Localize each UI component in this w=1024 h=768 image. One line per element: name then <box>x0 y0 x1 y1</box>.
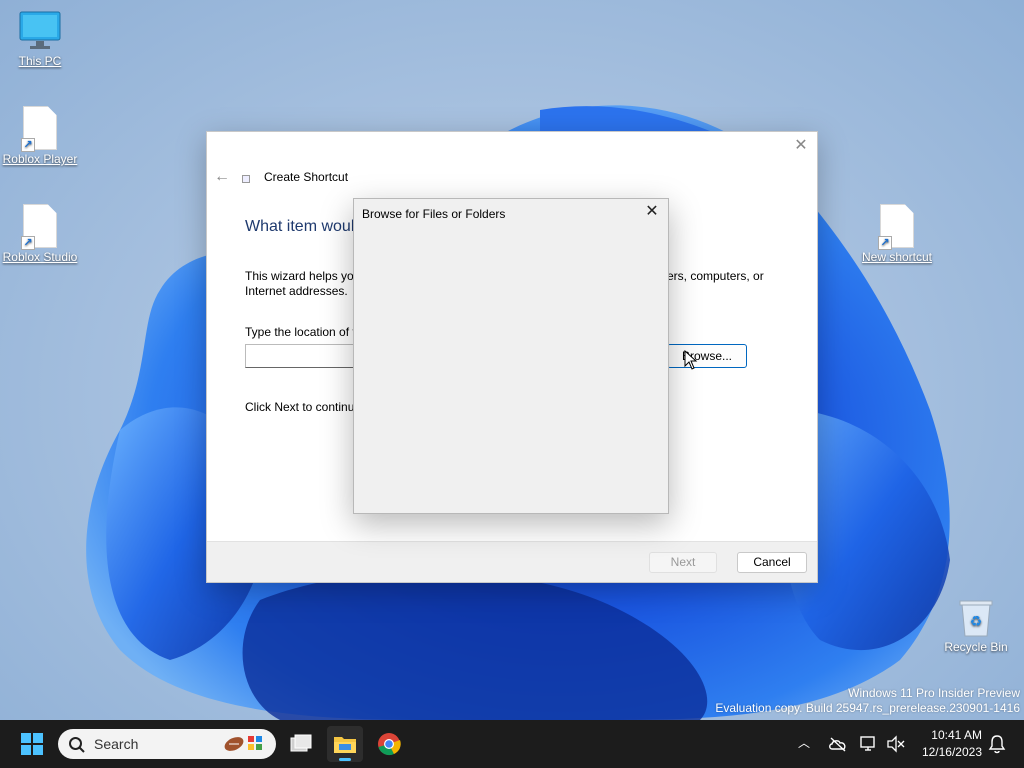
search-placeholder: Search <box>94 736 139 752</box>
clock-time: 10:41 AM <box>931 728 982 742</box>
volume-muted-icon[interactable] <box>886 735 906 753</box>
browse-dialog-title: Browse for Files or Folders <box>362 207 506 221</box>
svg-text:♻: ♻ <box>970 614 983 630</box>
description-left: This wizard helps you <box>245 269 361 283</box>
clock-date: 12/16/2023 <box>921 745 982 759</box>
monitor-icon <box>19 11 61 49</box>
task-view-icon <box>290 734 312 752</box>
cancel-button[interactable]: Cancel <box>737 552 807 573</box>
next-button[interactable]: Next <box>649 552 717 573</box>
search-highlight-icon <box>224 736 262 751</box>
desktop-icon-label: This PC <box>18 54 62 68</box>
browse-button[interactable]: Browse... <box>667 344 747 368</box>
desktop-icon-label: Roblox Studio <box>2 250 78 264</box>
chrome-icon <box>378 733 401 756</box>
desktop-icon-roblox-studio[interactable]: ↗ Roblox Studio <box>0 204 80 264</box>
desktop-icon-label: New shortcut <box>861 250 933 264</box>
click-next-text: Click Next to continu <box>245 400 355 414</box>
notification-bell-icon[interactable] <box>988 734 1006 754</box>
wizard-title: Create Shortcut <box>264 170 349 184</box>
network-icon[interactable] <box>860 735 878 753</box>
show-hidden-icons-chevron-icon[interactable]: ︿ <box>798 734 810 751</box>
search-icon <box>69 737 85 753</box>
wizard-footer: Next Cancel <box>207 541 817 582</box>
watermark-build: Evaluation copy. Build 25947.rs_prerelea… <box>715 701 1020 715</box>
shortcut-arrow-icon: ↗ <box>21 236 35 250</box>
system-clock[interactable]: 10:41 AM 12/16/2023 <box>922 727 982 761</box>
onedrive-offline-icon[interactable] <box>828 736 848 752</box>
file-icon: ↗ <box>21 204 57 250</box>
desktop-icon-new-shortcut[interactable]: ↗ New shortcut <box>857 204 937 264</box>
watermark-edition: Windows 11 Pro Insider Preview <box>848 686 1020 700</box>
desktop-icon-roblox-player[interactable]: ↗ Roblox Player <box>0 106 80 166</box>
wizard-close-icon[interactable]: ✕ <box>793 138 809 154</box>
browse-dialog: Browse for Files or Folders ✕ <box>353 198 669 514</box>
chrome-button[interactable] <box>371 726 407 762</box>
mouse-pointer-icon <box>684 350 698 370</box>
desktop-icon-label: Recycle Bin <box>944 640 1008 654</box>
taskbar-search-box[interactable]: Search <box>58 729 276 759</box>
file-icon: ↗ <box>21 106 57 152</box>
back-arrow-icon[interactable]: ← <box>214 168 230 186</box>
description-line2: Internet addresses. <box>245 284 348 298</box>
windows-logo-icon <box>21 733 43 755</box>
recycle-bin-icon: ♻ <box>959 600 993 637</box>
shortcut-arrow-icon: ↗ <box>21 138 35 152</box>
file-explorer-button[interactable] <box>327 726 363 762</box>
location-label: Type the location of t <box>245 325 356 339</box>
shortcut-title-icon <box>242 175 250 183</box>
desktop-icon-this-pc[interactable]: This PC <box>0 10 80 68</box>
folder-icon <box>334 737 356 753</box>
wizard-heading: What item woul <box>245 218 355 235</box>
browse-close-icon[interactable]: ✕ <box>644 204 660 220</box>
task-view-button[interactable] <box>283 726 319 762</box>
start-button[interactable] <box>14 726 50 762</box>
desktop-icon-recycle-bin[interactable]: ♻ Recycle Bin <box>936 598 1016 654</box>
shortcut-arrow-icon: ↗ <box>878 236 892 250</box>
taskbar: Search ︿ 10:41 AM 12/16/2023 <box>0 720 1024 768</box>
description-right: ers, computers, or <box>667 269 764 283</box>
desktop-icon-label: Roblox Player <box>2 152 78 166</box>
file-icon: ↗ <box>878 204 914 250</box>
active-indicator <box>339 758 351 761</box>
